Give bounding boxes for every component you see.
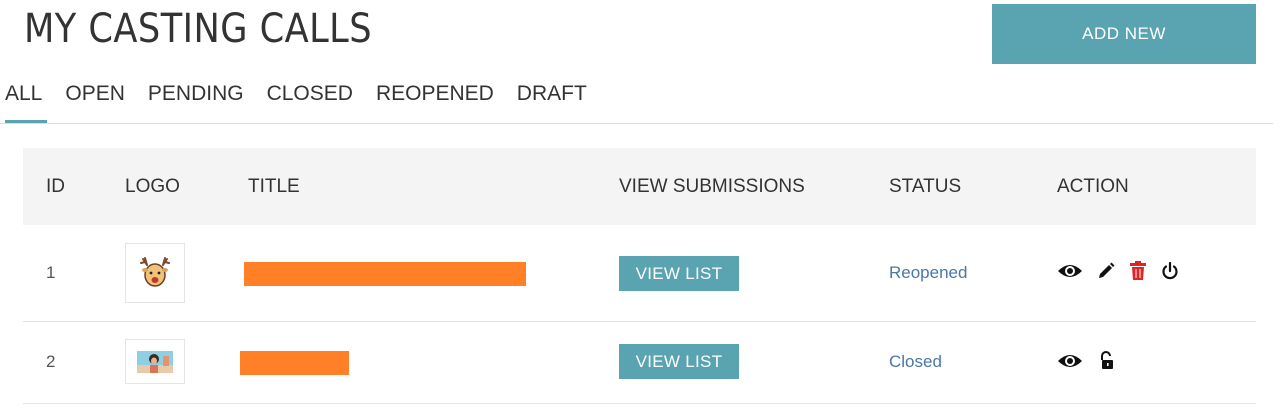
row-actions — [1057, 351, 1115, 376]
column-header-id: ID — [46, 176, 65, 197]
tab-pending[interactable]: PENDING — [148, 80, 244, 124]
tab-closed[interactable]: CLOSED — [267, 80, 353, 124]
row-actions — [1057, 261, 1179, 286]
tabs-divider — [0, 123, 1273, 124]
casting-calls-table: ID LOGO TITLE VIEW SUBMISSIONS STATUS AC… — [23, 148, 1256, 404]
row-id: 1 — [46, 263, 56, 282]
eye-icon[interactable] — [1057, 261, 1083, 286]
column-header-view-submissions: VIEW SUBMISSIONS — [619, 176, 805, 197]
table-row: 2 VIEW LIST Closed — [23, 322, 1256, 404]
reindeer-logo-icon — [140, 257, 170, 287]
view-list-button[interactable]: VIEW LIST — [619, 256, 739, 291]
column-header-title: TITLE — [248, 176, 300, 197]
tab-all[interactable]: ALL — [5, 80, 48, 124]
tab-reopened[interactable]: REOPENED — [376, 80, 494, 124]
status-link[interactable]: Closed — [889, 352, 942, 372]
row-logo — [125, 339, 185, 384]
row-title-redacted — [240, 351, 349, 375]
status-link[interactable]: Reopened — [889, 263, 967, 283]
add-new-button[interactable]: ADD NEW — [992, 4, 1256, 64]
table-header: ID LOGO TITLE VIEW SUBMISSIONS STATUS AC… — [23, 148, 1256, 225]
eye-icon[interactable] — [1057, 351, 1083, 376]
unlock-icon[interactable] — [1097, 351, 1115, 376]
row-title-redacted — [244, 262, 526, 286]
view-list-button[interactable]: VIEW LIST — [619, 344, 739, 379]
pencil-icon[interactable] — [1097, 262, 1115, 285]
tab-draft[interactable]: DRAFT — [517, 80, 587, 124]
photo-thumbnail-icon — [137, 350, 173, 373]
row-id: 2 — [46, 352, 56, 371]
column-header-logo: LOGO — [125, 176, 180, 197]
row-logo — [125, 243, 185, 303]
status-tabs: ALL OPEN PENDING CLOSED REOPENED DRAFT — [5, 80, 610, 124]
table-row: 1 VIEW LIST Reopened — [23, 225, 1256, 322]
column-header-status: STATUS — [889, 176, 962, 197]
power-icon[interactable] — [1161, 261, 1179, 285]
column-header-action: ACTION — [1057, 176, 1129, 197]
tab-open[interactable]: OPEN — [65, 80, 125, 124]
trash-icon[interactable] — [1129, 261, 1147, 286]
page-title: MY CASTING CALLS — [24, 6, 373, 52]
